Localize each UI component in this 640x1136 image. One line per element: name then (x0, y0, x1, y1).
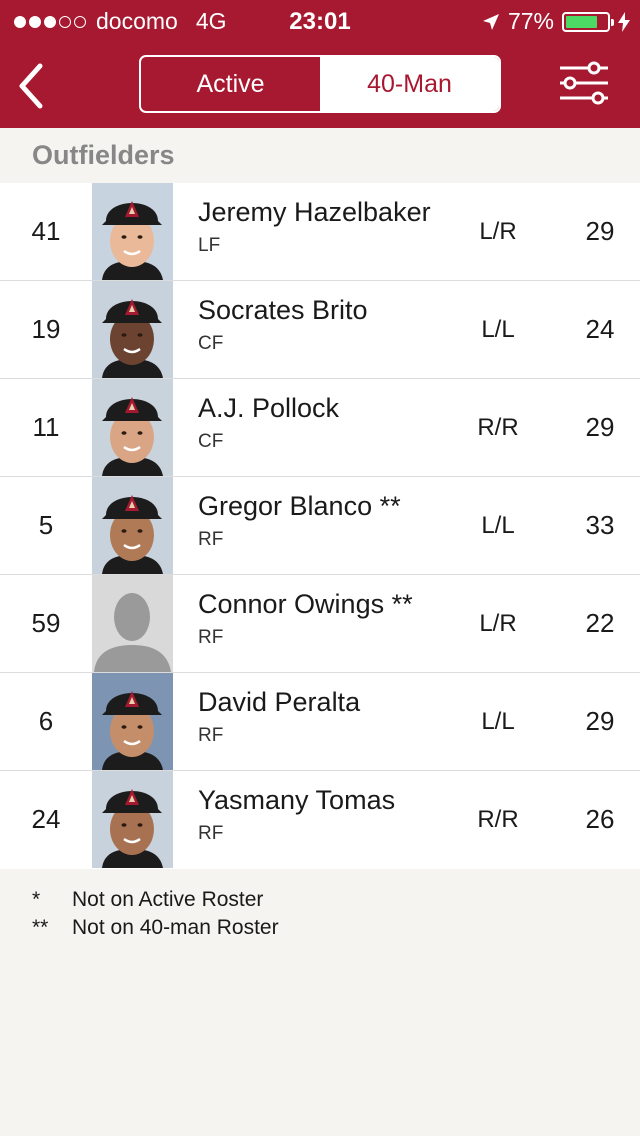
jersey-number: 19 (31, 314, 61, 344)
player-headshot (92, 379, 173, 476)
bats-throws: L/L (481, 315, 515, 343)
legend-item: ** Not on 40-man Roster (32, 916, 279, 944)
battery-icon (562, 11, 614, 32)
bats-throws: R/R (477, 805, 519, 833)
player-row[interactable]: 5 Gregor Blanco ** RF L/L 33 (0, 477, 640, 575)
battery-percent: 77% (507, 8, 554, 34)
player-age: 33 (585, 510, 615, 540)
jersey-number: 59 (31, 608, 61, 638)
player-position: RF (198, 627, 224, 648)
player-headshot (92, 183, 173, 280)
back-button[interactable] (12, 62, 52, 110)
player-headshot (92, 477, 173, 574)
legend-item: * Not on Active Roster (32, 888, 279, 916)
player-position: LF (198, 235, 221, 256)
player-headshot (92, 771, 173, 868)
section-title: Outfielders (32, 140, 175, 170)
player-age: 24 (585, 314, 615, 344)
player-headshot (92, 673, 173, 770)
jersey-number: 24 (31, 804, 61, 834)
player-position: CF (198, 431, 224, 452)
filter-button[interactable] (558, 60, 610, 106)
player-name: Socrates Brito (198, 295, 368, 325)
legend-text: Not on Active Roster (72, 888, 264, 911)
bats-throws: R/R (477, 413, 519, 441)
player-age: 29 (585, 216, 615, 246)
player-headshot (92, 575, 173, 672)
player-row[interactable]: 59 Connor Owings ** RF L/R 22 (0, 575, 640, 673)
charging-bolt-icon (618, 11, 630, 32)
status-bar: docomo 4G 23:01 77% (0, 0, 640, 40)
player-name: Jeremy Hazelbaker (198, 197, 431, 227)
bats-throws: L/R (479, 609, 517, 637)
nav-bar: docomo 4G 23:01 77% Active 40-Man (0, 0, 640, 128)
player-name: Connor Owings ** (198, 589, 413, 619)
player-row[interactable]: 11 A.J. Pollock CF R/R 29 (0, 379, 640, 477)
location-arrow-icon (482, 13, 499, 30)
player-row[interactable]: 6 David Peralta RF L/L 29 (0, 673, 640, 771)
player-name: Yasmany Tomas (198, 785, 396, 815)
player-headshot (92, 281, 173, 378)
sliders-icon (560, 61, 608, 105)
roster-legend: * Not on Active Roster ** Not on 40-man … (32, 888, 279, 944)
player-row[interactable]: 41 Jeremy Hazelbaker LF L/R 29 (0, 183, 640, 281)
player-row[interactable]: 24 Yasmany Tomas RF R/R 26 (0, 771, 640, 869)
jersey-number: 11 (32, 412, 60, 442)
jersey-number: 5 (38, 510, 54, 540)
bats-throws: L/L (481, 707, 515, 735)
tab-active[interactable]: Active (141, 57, 320, 111)
chevron-left-icon (19, 63, 43, 109)
legend-symbol: ** (32, 916, 49, 939)
bats-throws: L/R (479, 217, 517, 245)
player-name: David Peralta (198, 687, 361, 717)
player-position: RF (198, 529, 224, 550)
section-header: Outfielders (0, 128, 640, 183)
jersey-number: 6 (38, 706, 54, 736)
tab-40-man[interactable]: 40-Man (320, 57, 499, 111)
player-position: RF (198, 823, 224, 844)
legend-symbol: * (32, 888, 41, 911)
player-name: Gregor Blanco ** (198, 491, 401, 521)
roster-segmented-control: Active 40-Man (139, 55, 501, 113)
player-age: 22 (585, 608, 615, 638)
player-position: RF (198, 725, 224, 746)
player-position: CF (198, 333, 224, 354)
roster-list: 41 Jeremy Hazelbaker LF L/R 29 19 Socrat… (0, 183, 640, 869)
jersey-number: 41 (31, 216, 61, 246)
player-name: A.J. Pollock (198, 393, 340, 423)
player-age: 29 (585, 412, 615, 442)
player-age: 26 (585, 804, 615, 834)
player-row[interactable]: 19 Socrates Brito CF L/L 24 (0, 281, 640, 379)
legend-text: Not on 40-man Roster (72, 916, 279, 939)
player-age: 29 (585, 706, 615, 736)
bats-throws: L/L (481, 511, 515, 539)
